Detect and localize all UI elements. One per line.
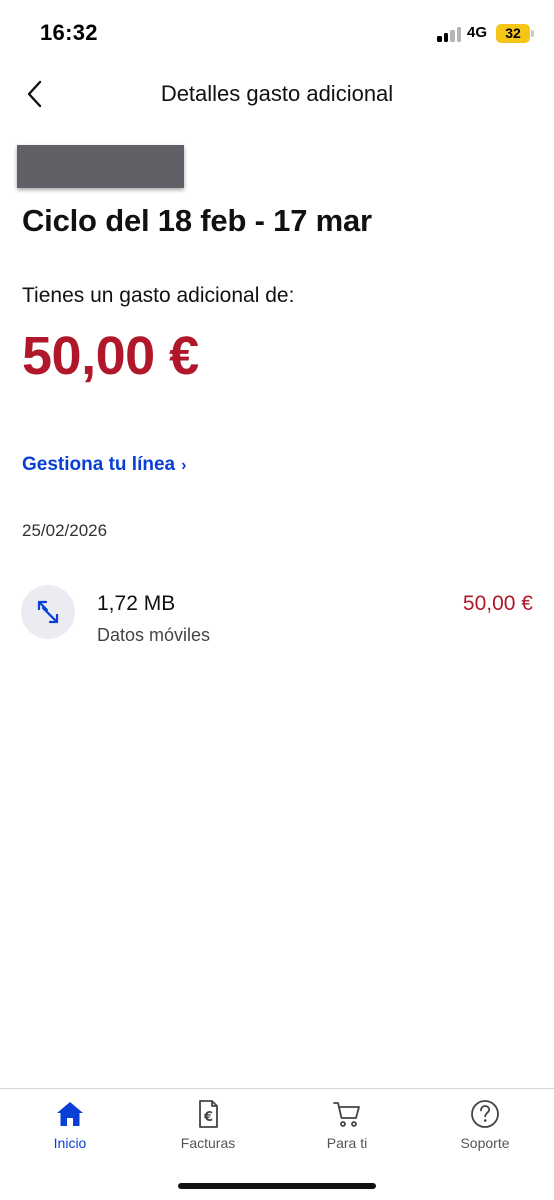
- battery-icon: 32: [496, 24, 530, 43]
- redacted-block: [17, 145, 184, 188]
- manage-line-label: Gestiona tu línea: [22, 454, 176, 475]
- charge-type: Datos móviles: [97, 625, 211, 645]
- nav-item-para-ti[interactable]: Para ti: [287, 1099, 407, 1169]
- home-icon: [57, 1102, 83, 1126]
- signal-strength-icon: [437, 26, 463, 42]
- nav-label-soporte: Soporte: [460, 1135, 510, 1151]
- svg-text:€: €: [203, 1110, 213, 1125]
- charge-price: 50,00 €: [462, 592, 533, 615]
- cycle-title: Ciclo del 18 feb - 17 mar: [22, 203, 372, 238]
- page-title: Detalles gasto adicional: [160, 81, 394, 106]
- status-time: 16:32: [40, 20, 98, 45]
- nav-item-soporte[interactable]: Soporte: [425, 1099, 545, 1169]
- home-indicator: [178, 1183, 376, 1189]
- help-icon: [471, 1100, 499, 1128]
- status-bar: 16:32 4G 32: [0, 0, 554, 66]
- charge-date: 25/02/2026: [22, 521, 108, 540]
- cart-icon: [333, 1102, 360, 1127]
- nav-item-inicio[interactable]: Inicio: [10, 1099, 130, 1169]
- network-type: 4G: [467, 24, 488, 41]
- extra-charge-label: Tienes un gasto adicional de:: [22, 284, 295, 307]
- data-transfer-icon: [21, 585, 75, 639]
- manage-line-link[interactable]: Gestiona tu línea ›: [22, 454, 186, 476]
- nav-label-facturas: Facturas: [180, 1135, 236, 1151]
- nav-item-facturas[interactable]: € Facturas: [148, 1099, 268, 1169]
- charge-item: 1,72 MB Datos móviles 50,00 €: [0, 580, 554, 650]
- battery-tip: [531, 30, 534, 37]
- nav-label-para-ti: Para ti: [326, 1135, 368, 1151]
- charge-usage: 1,72 MB: [97, 592, 176, 615]
- extra-charge-amount: 50,00 €: [22, 326, 199, 386]
- nav-label-inicio: Inicio: [53, 1135, 87, 1151]
- invoice-euro-icon: €: [199, 1100, 218, 1128]
- chevron-right-icon: ›: [181, 457, 187, 474]
